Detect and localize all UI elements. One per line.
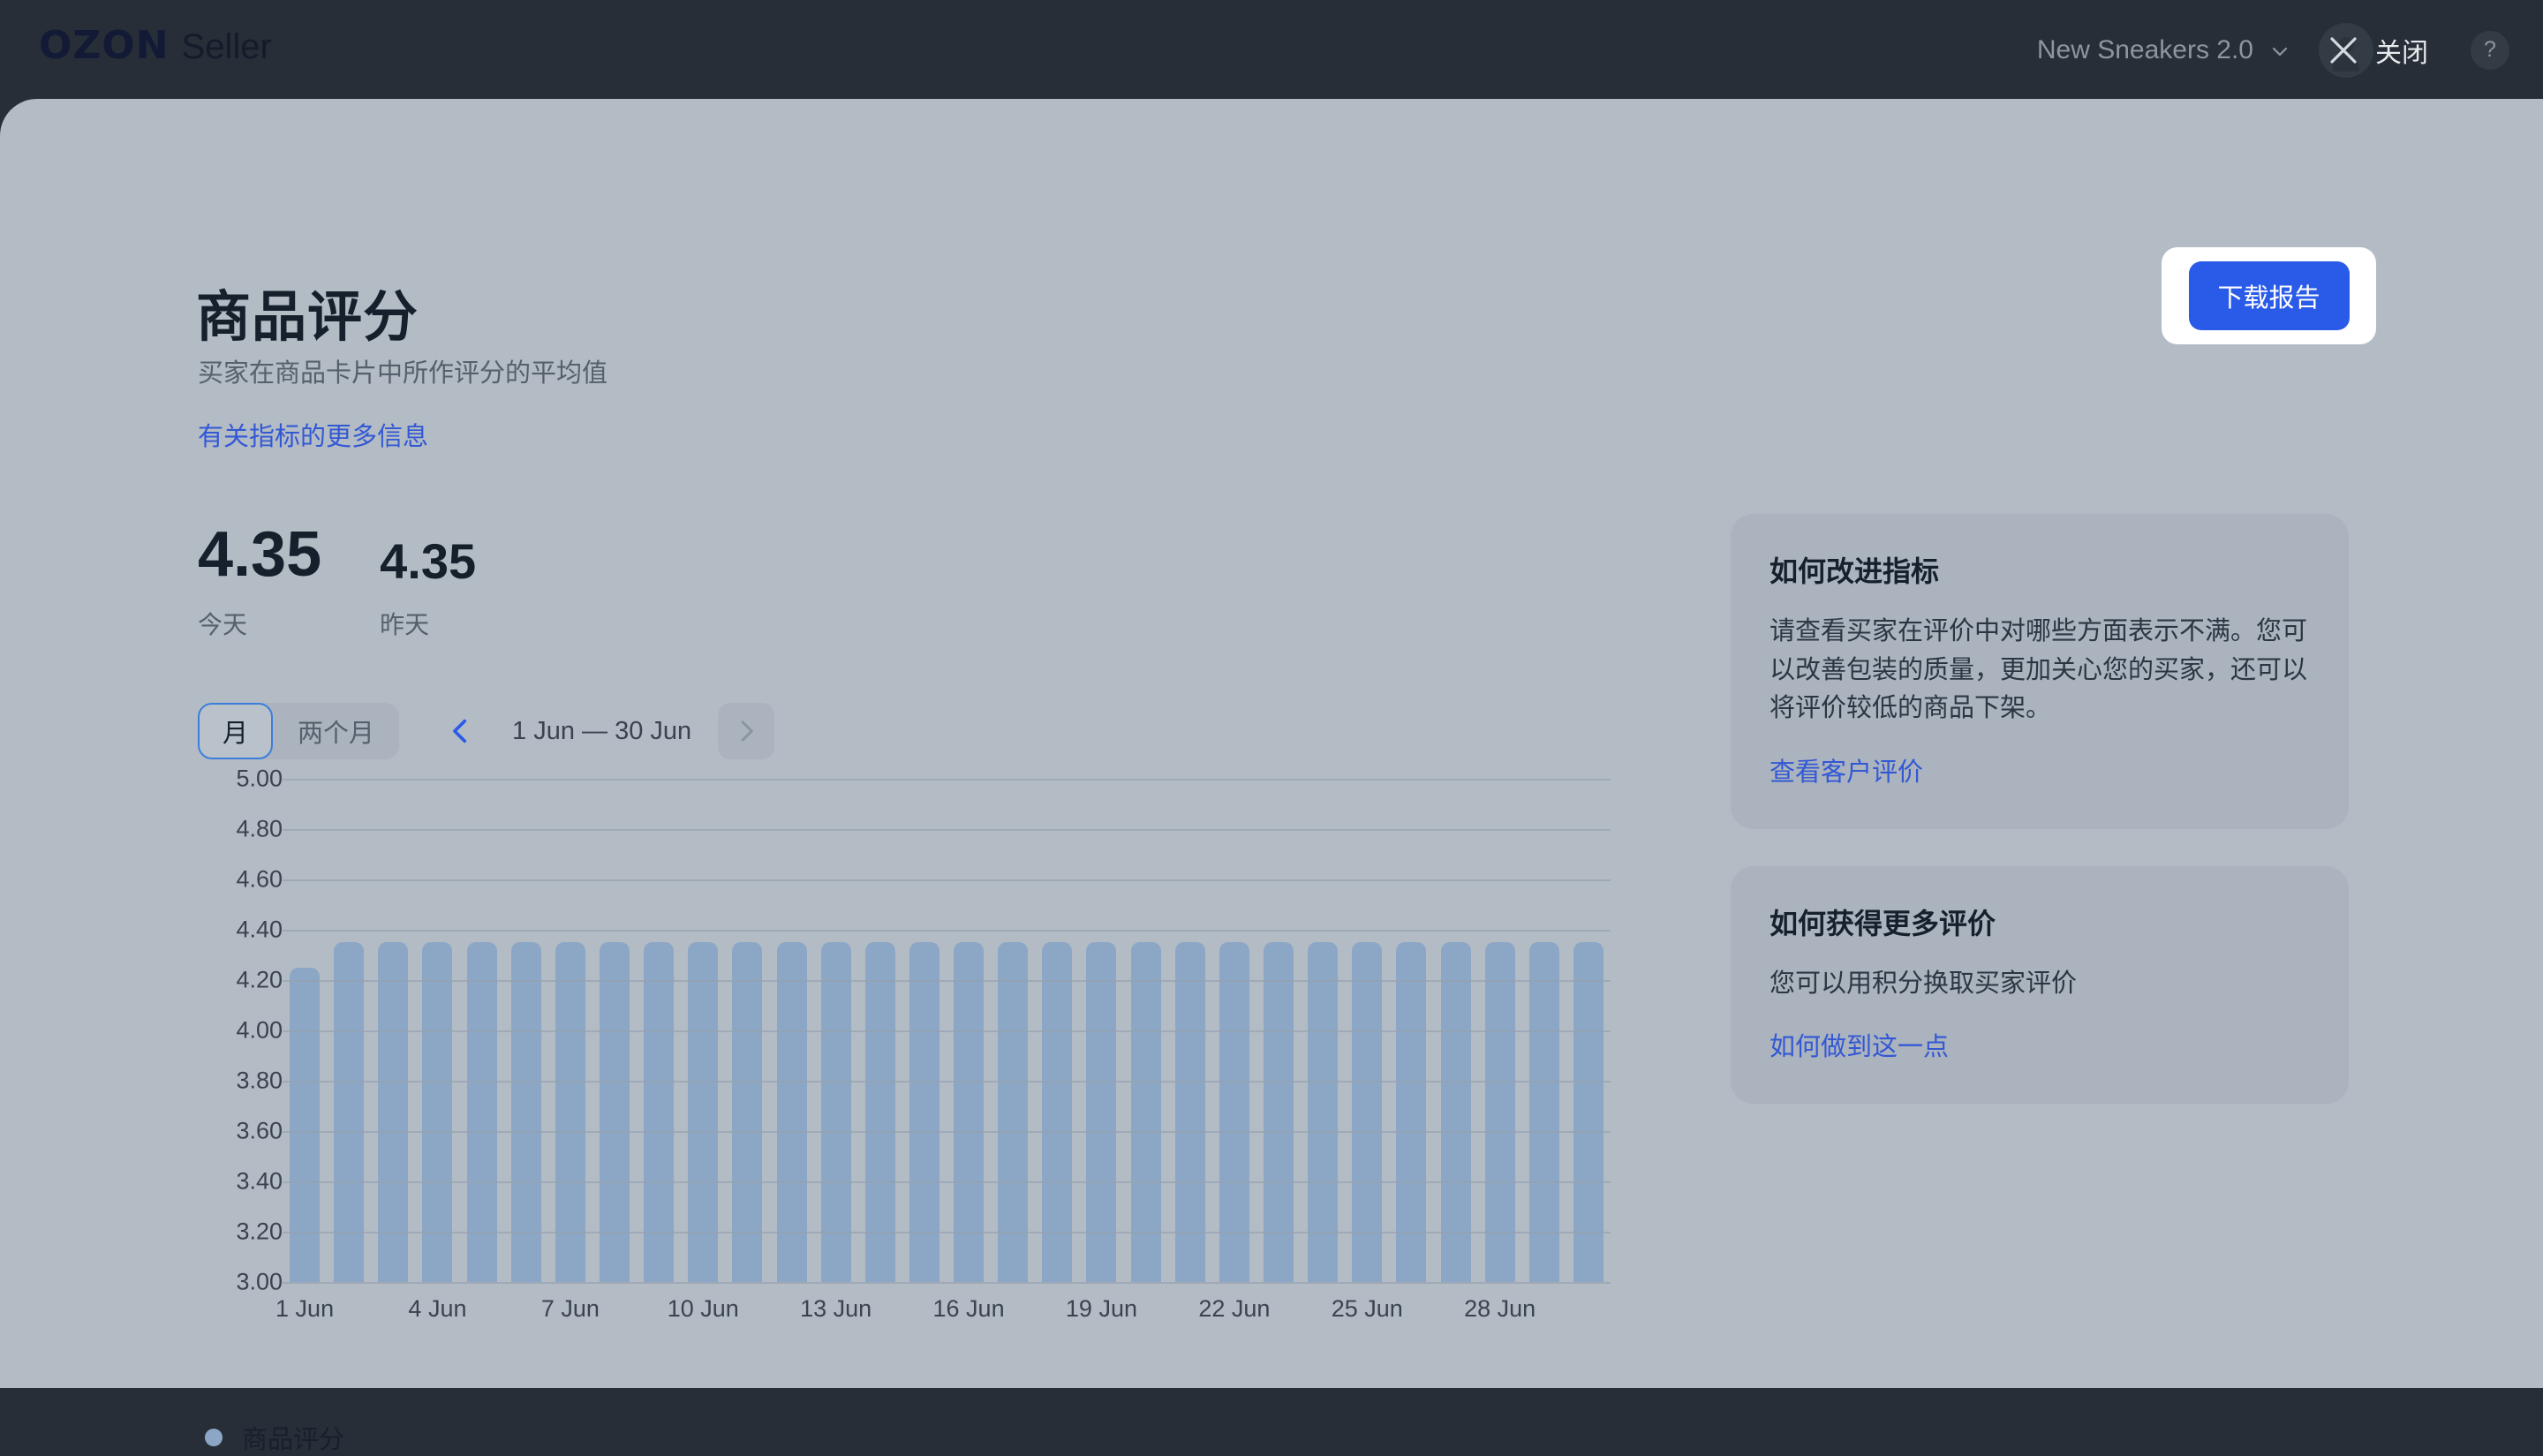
y-axis-tick: 4.60	[236, 865, 283, 893]
chart-plot-area	[283, 779, 1611, 1284]
chart-gridline	[283, 829, 1611, 831]
chart-gridline	[283, 1282, 1611, 1284]
close-button[interactable]: 关闭	[2319, 22, 2428, 78]
chart-gridline	[283, 980, 1611, 982]
x-axis-tick: 4 Jun	[408, 1295, 467, 1322]
content-panel: 商品评分 买家在商品卡片中所作评分的平均值 有关指标的更多信息 下载报告 4.3…	[0, 99, 2543, 1454]
chart-gridline	[283, 1030, 1611, 1032]
kpi-today: 4.35 今天	[198, 523, 321, 641]
chart-gridline	[283, 1081, 1611, 1083]
kpi-yesterday-label: 昨天	[380, 611, 430, 638]
card-improve-metric-body: 请查看买家在评价中对哪些方面表示不满。您可以改善包装的质量，更加关心您的买家，还…	[1770, 617, 2308, 722]
chart-y-axis: 5.00 4.80 4.60 4.40 4.20 4.00 3.80 3.60 3.40 3.20…	[198, 766, 283, 1295]
side-cards: 如何改进指标 请查看买家在评价中对哪些方面表示不满。您可以改善包装的质量，更加关…	[1731, 514, 2349, 1141]
y-axis-tick: 4.40	[236, 916, 283, 943]
card-more-reviews-link[interactable]: 如何做到这一点	[1770, 1026, 1949, 1063]
period-segmented-control: 月 两个月	[198, 703, 400, 759]
page-subtitle: 买家在商品卡片中所作评分的平均值	[198, 359, 608, 388]
chart-legend: 商品评分	[205, 1419, 344, 1456]
logo-seller-text: Seller	[181, 27, 272, 66]
card-improve-metric-title: 如何改进指标	[1770, 555, 1940, 587]
x-axis-tick: 13 Jun	[800, 1295, 872, 1322]
shop-selector[interactable]: New Sneakers 2.0	[2037, 35, 2289, 65]
y-axis-tick: 3.00	[236, 1268, 283, 1295]
chevron-down-icon	[2271, 38, 2289, 56]
x-axis-tick: 22 Jun	[1198, 1295, 1271, 1322]
y-axis-tick: 4.80	[236, 815, 283, 842]
header-actions: New Sneakers 2.0 关闭 ?	[2037, 0, 2509, 100]
shop-name-label: New Sneakers 2.0	[2036, 34, 2253, 64]
card-improve-metric-link[interactable]: 查看客户评价	[1770, 751, 1923, 788]
x-axis-tick: 28 Jun	[1464, 1295, 1536, 1322]
chart-gridline	[283, 779, 1611, 781]
chart-gridline	[283, 1131, 1611, 1133]
chart-gridline	[283, 1232, 1611, 1233]
chart-gridline	[283, 930, 1611, 932]
kpi-today-label: 今天	[198, 611, 248, 638]
app-header: OZON Seller New Sneakers 2.0 关闭 ?	[0, 0, 2543, 100]
x-axis-tick: 7 Jun	[540, 1295, 600, 1322]
legend-label: 商品评分	[242, 1426, 345, 1454]
y-axis-tick: 4.20	[236, 966, 283, 993]
x-axis-tick: 10 Jun	[667, 1295, 739, 1322]
chart-bar[interactable]	[290, 967, 320, 1282]
kpi-today-value: 4.35	[198, 519, 322, 590]
period-option-month[interactable]: 月	[198, 703, 274, 759]
card-more-reviews: 如何获得更多评价 您可以用积分换取买家评价 如何做到这一点	[1731, 865, 2349, 1104]
card-improve-metric: 如何改进指标 请查看买家在评价中对哪些方面表示不满。您可以改善包装的质量，更加关…	[1731, 514, 2349, 829]
period-option-two-months[interactable]: 两个月	[273, 703, 399, 759]
y-axis-tick: 4.00	[236, 1016, 283, 1044]
chart-x-axis: 1 Jun 4 Jun 7 Jun 10 Jun 13 Jun 16 Jun 19 Jun 2…	[275, 1295, 1611, 1339]
chart-controls: 月 两个月 1 Jun — 30 Jun	[198, 703, 775, 759]
x-axis-tick: 16 Jun	[932, 1295, 1005, 1322]
y-axis-tick: 3.40	[236, 1167, 283, 1195]
chart-gridline	[283, 879, 1611, 881]
legend-dot-icon	[205, 1429, 223, 1446]
next-period-button[interactable]	[718, 703, 775, 759]
download-report-highlight: 下载报告	[2162, 247, 2376, 344]
kpi-yesterday-value: 4.35	[380, 533, 477, 589]
chart-gridline	[283, 1181, 1611, 1183]
ozon-seller-logo: OZON Seller	[39, 23, 272, 68]
card-more-reviews-title: 如何获得更多评价	[1770, 907, 1996, 939]
y-axis-tick: 5.00	[236, 765, 283, 792]
close-label: 关闭	[2375, 38, 2428, 68]
download-report-button[interactable]: 下载报告	[2188, 261, 2350, 330]
card-more-reviews-body: 您可以用积分换取买家评价	[1770, 969, 2078, 998]
y-axis-tick: 3.20	[236, 1218, 283, 1245]
x-axis-tick: 19 Jun	[1065, 1295, 1137, 1322]
date-range-nav: 1 Jun — 30 Jun	[436, 703, 775, 759]
logo-ozon-text: OZON	[39, 23, 170, 68]
kpi-yesterday: 4.35 昨天	[380, 537, 476, 641]
page-title: 商品评分	[196, 287, 419, 348]
x-axis-tick: 25 Jun	[1331, 1295, 1403, 1322]
kpi-group: 4.35 今天 4.35 昨天	[198, 523, 476, 641]
x-axis-tick: 1 Jun	[275, 1295, 335, 1322]
date-range-label: 1 Jun — 30 Jun	[512, 716, 692, 745]
close-icon	[2324, 31, 2363, 70]
y-axis-tick: 3.60	[236, 1117, 283, 1144]
help-icon[interactable]: ?	[2471, 30, 2509, 70]
more-info-link[interactable]: 有关指标的更多信息	[198, 416, 428, 453]
y-axis-tick: 3.80	[236, 1067, 283, 1094]
previous-period-button[interactable]	[436, 706, 486, 756]
help-glyph: ?	[2484, 37, 2496, 62]
rating-bar-chart: 5.00 4.80 4.60 4.40 4.20 4.00 3.80 3.60 3.40 3.20…	[198, 766, 1611, 1344]
